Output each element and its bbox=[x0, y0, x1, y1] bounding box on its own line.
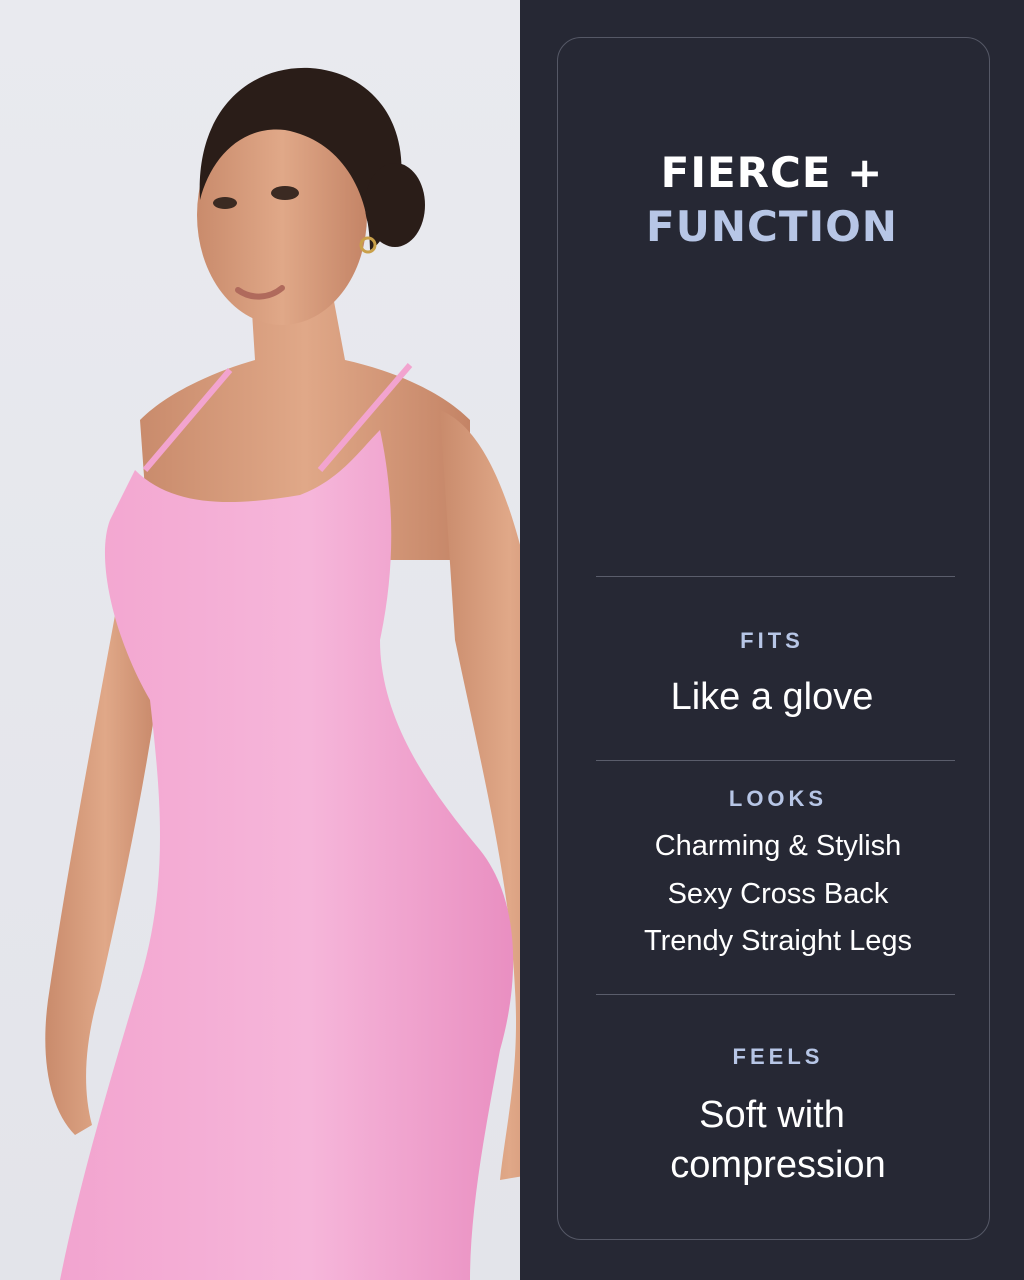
fits-value: Like a glove bbox=[670, 676, 874, 718]
headline: FIERCE + FUNCTION bbox=[520, 146, 1024, 254]
feature-panel: FIERCE + FUNCTION FITS Like a glove LOOK… bbox=[520, 0, 1024, 1280]
divider bbox=[596, 576, 955, 577]
divider bbox=[596, 760, 955, 761]
feels-value-line-1: Soft with bbox=[699, 1094, 845, 1136]
looks-item: Trendy Straight Legs bbox=[643, 925, 913, 957]
divider bbox=[596, 994, 955, 995]
looks-item: Sexy Cross Back bbox=[667, 878, 889, 910]
fits-label: FITS bbox=[740, 628, 804, 653]
product-photo bbox=[0, 0, 520, 1280]
looks-item: Charming & Stylish bbox=[654, 830, 902, 862]
headline-line-1: FIERCE + bbox=[660, 148, 884, 197]
feels-label: FEELS bbox=[732, 1044, 824, 1069]
headline-line-2: FUNCTION bbox=[646, 202, 898, 251]
model-illustration bbox=[45, 67, 520, 1280]
looks-label: LOOKS bbox=[728, 786, 828, 811]
feels-value-line-2: compression bbox=[670, 1144, 886, 1186]
